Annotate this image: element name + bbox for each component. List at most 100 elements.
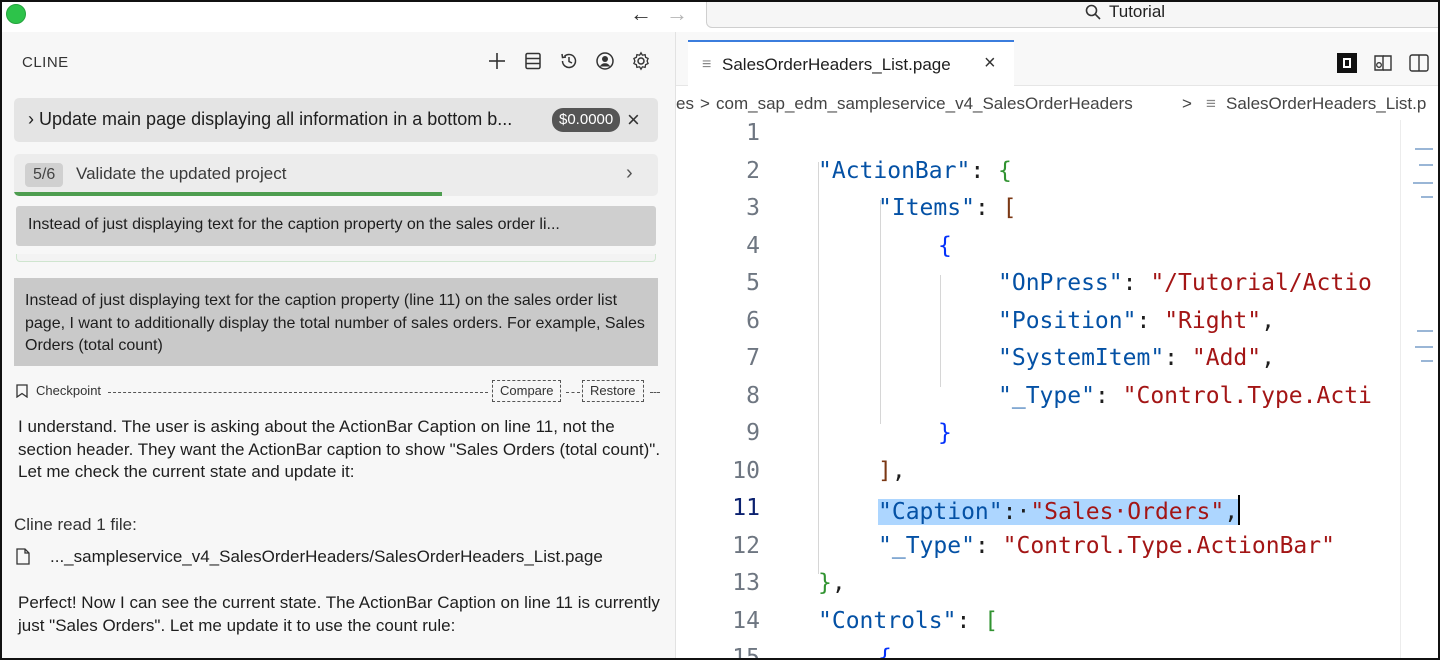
line-number: 5: [746, 270, 760, 296]
breadcrumb-item[interactable]: es: [676, 94, 694, 114]
panel-toolbar: [486, 50, 652, 72]
text-selection: "Caption":·"Sales·Orders",: [878, 499, 1239, 525]
task-title-text: Update main page displaying all informat…: [39, 109, 513, 129]
close-icon[interactable]: ×: [627, 107, 640, 133]
json-key: "SystemItem": [998, 345, 1165, 371]
editor-tab-strip: ≡ SalesOrderHeaders_List.page ×: [676, 32, 1438, 86]
user-message-collapsed[interactable]: Instead of just displaying text for the …: [16, 206, 656, 246]
search-text: Tutorial: [1109, 2, 1166, 21]
text-cursor: [1238, 495, 1241, 525]
step-progress-card[interactable]: 5/6 Validate the updated project ›: [14, 154, 658, 196]
user-message: Instead of just displaying text for the …: [14, 278, 658, 366]
read-file-row[interactable]: ..._sampleservice_v4_SalesOrderHeaders/S…: [16, 546, 666, 570]
compare-button[interactable]: Compare: [492, 380, 562, 402]
code-line: 7 "SystemItem": "Add",: [676, 345, 1406, 383]
breadcrumb-item[interactable]: SalesOrderHeaders_List.p: [1226, 94, 1426, 114]
arrow-right-icon[interactable]: →: [666, 3, 688, 25]
code-line: 10],: [676, 458, 1406, 496]
code-editor: ≡ SalesOrderHeaders_List.page × es > com…: [676, 32, 1438, 660]
code-line: 8 "_Type": "Control.Type.Acti: [676, 383, 1406, 421]
line-number: 10: [732, 457, 760, 484]
minimap-line: [1413, 182, 1433, 184]
assistant-message: Perfect! Now I can see the current state…: [18, 593, 660, 635]
minimap-line: [1419, 164, 1433, 166]
line-number: 2: [746, 157, 760, 184]
json-key: "ActionBar": [818, 157, 971, 184]
code-line: 3 "Items": [: [676, 195, 1406, 233]
json-value: "Control.Type.Acti: [1122, 382, 1372, 409]
code-line: 5 "OnPress": "/Tutorial/Actio: [676, 270, 1406, 308]
json-value: "/Tutorial/Actio: [1150, 270, 1372, 296]
tool-read-label: Cline read 1 file:: [14, 515, 137, 534]
tab-label: SalesOrderHeaders_List.page: [722, 55, 951, 74]
code-line: 14 "Controls": [: [676, 608, 1406, 646]
chevron-right-icon: >: [700, 94, 710, 113]
breadcrumb-item[interactable]: com_sap_edm_sampleservice_v4_SalesOrderH…: [716, 94, 1133, 114]
line-number: 13: [732, 570, 760, 596]
split-editor-icon[interactable]: [1408, 52, 1430, 74]
editor-tab[interactable]: ≡ SalesOrderHeaders_List.page ×: [688, 40, 1014, 86]
command-center-search[interactable]: Tutorial: [706, 2, 1438, 28]
json-key: "Controls": [818, 607, 957, 634]
close-icon[interactable]: ×: [984, 52, 996, 75]
cost-badge: $0.0000: [552, 108, 621, 132]
server-icon[interactable]: [522, 50, 544, 72]
code-line: 13},: [676, 570, 1406, 608]
minimap-line: [1415, 346, 1433, 348]
divider: [108, 392, 488, 393]
line-number: 7: [746, 345, 760, 371]
window-zoom-button[interactable]: [6, 4, 26, 24]
code-line: 1: [676, 120, 1406, 158]
restore-button[interactable]: Restore: [582, 380, 644, 402]
json-value: "Control.Type.ActionBar": [1002, 532, 1335, 559]
minimap-line: [1421, 196, 1433, 198]
minimap[interactable]: [1400, 120, 1438, 658]
account-icon[interactable]: [594, 50, 616, 72]
line-number: 4: [746, 232, 760, 259]
task-header[interactable]: › Update main page displaying all inform…: [14, 98, 658, 142]
progress-bar: [14, 192, 442, 196]
line-number: 8: [746, 382, 760, 409]
message-divider: [16, 254, 656, 262]
code-line: 12 "_Type": "Control.Type.ActionBar": [676, 533, 1406, 571]
user-message-text: Instead of just displaying text for the …: [25, 292, 645, 354]
assistant-message: I understand. The user is asking about t…: [18, 417, 661, 481]
checkpoint-label: Checkpoint: [36, 383, 102, 398]
bookmark-icon: [16, 384, 28, 398]
json-key: "Items": [878, 195, 975, 221]
open-changes-icon[interactable]: [1372, 52, 1394, 74]
json-key: "Caption": [878, 499, 1003, 525]
gear-icon[interactable]: [630, 50, 652, 72]
line-number: 9: [746, 420, 760, 446]
task-title: › Update main page displaying all inform…: [28, 109, 512, 130]
file-lines-icon: ≡: [1206, 94, 1216, 113]
line-number: 14: [732, 607, 760, 634]
history-icon[interactable]: [558, 50, 580, 72]
user-message-preview: Instead of just displaying text for the …: [28, 216, 560, 233]
json-value: "Right": [1164, 307, 1262, 334]
file-icon: [16, 548, 30, 565]
file-path: ..._sampleservice_v4_SalesOrderHeaders/S…: [50, 547, 603, 566]
line-number: 15: [732, 645, 760, 660]
divider: [566, 392, 580, 393]
json-key: "OnPress": [998, 270, 1123, 296]
json-key: "_Type": [998, 382, 1095, 409]
code-line-active: 11 "Caption":·"Sales·Orders",: [676, 495, 1406, 533]
cline-panel: CLINE › Update main page displaying all …: [2, 32, 676, 658]
arrow-left-icon[interactable]: ←: [630, 3, 652, 25]
app-window: ← → Tutorial CLINE › Update main page di…: [0, 0, 1440, 660]
code-line: 9}: [676, 420, 1406, 458]
code-line: 15{: [676, 645, 1406, 660]
editor-actions: [1336, 52, 1430, 74]
search-icon: [1085, 4, 1101, 20]
plus-icon[interactable]: [486, 50, 508, 72]
code-area[interactable]: 1 2 "ActionBar": { 3 "Items": [ 4{ 5 "OnPre…: [676, 120, 1438, 660]
json-key: "Position": [998, 307, 1137, 334]
minimap-line: [1415, 148, 1433, 150]
line-number: 12: [732, 532, 760, 559]
panel-title: CLINE: [22, 54, 69, 71]
line-number: 1: [746, 120, 760, 146]
line-number: 11: [732, 495, 760, 521]
breadcrumb: es > com_sap_edm_sampleservice_v4_SalesO…: [676, 92, 1438, 118]
preview-icon[interactable]: [1336, 52, 1358, 74]
